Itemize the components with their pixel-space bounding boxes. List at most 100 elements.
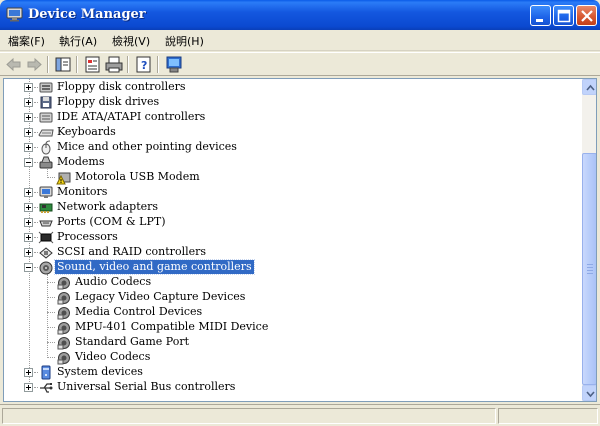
system-devices-icon — [38, 365, 54, 380]
usb-icon — [38, 380, 54, 395]
help-icon: ? — [136, 56, 151, 73]
tree-item-label: Monitors — [57, 185, 108, 198]
chevron-down-icon — [586, 391, 595, 398]
processor-icon — [38, 230, 54, 245]
tree-item-label: Floppy disk controllers — [57, 80, 186, 93]
menu-bar: 檔案(F) 執行(A) 檢視(V) 說明(H) — [0, 30, 600, 51]
tree-category-row[interactable]: Ports (COM & LPT) — [4, 215, 582, 230]
print-icon — [105, 56, 123, 73]
toolbar: ? — [0, 52, 600, 76]
device-tree[interactable]: Floppy disk controllers Floppy disk drive… — [3, 78, 597, 402]
sound-device-icon — [56, 320, 72, 335]
print-button[interactable] — [104, 55, 124, 74]
back-button[interactable] — [4, 55, 24, 74]
computer-monitor-icon — [6, 7, 23, 22]
tree-item-label: Ports (COM & LPT) — [57, 215, 166, 228]
maximize-button[interactable] — [553, 5, 574, 26]
forward-icon — [27, 57, 42, 72]
expand-plus-icon[interactable] — [24, 233, 33, 242]
sound-device-icon — [56, 275, 72, 290]
tree-category-row[interactable]: Floppy disk drives — [4, 95, 582, 110]
scan-hardware-button[interactable] — [164, 55, 184, 74]
scan-hardware-icon — [166, 56, 182, 73]
tree-device-row[interactable]: Standard Game Port — [4, 335, 582, 350]
tree-device-row[interactable]: Video Codecs — [4, 350, 582, 365]
tree-item-label: Keyboards — [57, 125, 116, 138]
menu-help[interactable]: 說明(H) — [163, 33, 206, 49]
chevron-up-icon — [586, 84, 595, 91]
tree-item-label: Modems — [57, 155, 105, 168]
expand-plus-icon[interactable] — [24, 188, 33, 197]
tree-category-row[interactable]: Sound, video and game controllers — [4, 259, 582, 275]
close-button[interactable] — [576, 5, 597, 26]
status-bar — [0, 404, 600, 426]
tree-category-row[interactable]: SCSI and RAID controllers — [4, 245, 582, 260]
mouse-icon — [38, 140, 54, 155]
scsi-icon — [38, 245, 54, 260]
forward-button[interactable] — [24, 55, 44, 74]
expand-plus-icon[interactable] — [24, 248, 33, 257]
tree-item-label: Legacy Video Capture Devices — [75, 290, 246, 303]
scroll-down-button[interactable] — [582, 385, 596, 401]
menu-file[interactable]: 檔案(F) — [6, 33, 47, 49]
keyboard-icon — [38, 125, 54, 140]
tree-item-label: System devices — [57, 365, 143, 378]
sound-device-icon — [56, 305, 72, 320]
tree-category-row[interactable]: Network adapters — [4, 200, 582, 215]
expand-plus-icon[interactable] — [24, 368, 33, 377]
tree-category-row[interactable]: System devices — [4, 365, 582, 380]
menu-action[interactable]: 執行(A) — [57, 33, 99, 49]
menu-view[interactable]: 檢視(V) — [110, 33, 152, 49]
tree-category-row[interactable]: Floppy disk controllers — [4, 80, 582, 95]
tree-item-label: Processors — [57, 230, 118, 243]
warning-modem-icon — [56, 170, 72, 185]
expand-plus-icon[interactable] — [24, 143, 33, 152]
minimize-button[interactable] — [530, 5, 551, 26]
sound-icon — [38, 260, 54, 275]
tree-item-label: Video Codecs — [75, 350, 151, 363]
status-text — [2, 408, 496, 424]
network-adapter-icon — [38, 200, 54, 215]
properties-icon — [85, 56, 100, 73]
modem-icon — [38, 155, 54, 170]
properties-button[interactable] — [83, 55, 103, 74]
expand-plus-icon[interactable] — [24, 218, 33, 227]
tree-category-row[interactable]: Keyboards — [4, 125, 582, 140]
expand-plus-icon[interactable] — [24, 128, 33, 137]
expand-plus-icon[interactable] — [24, 383, 33, 392]
tree-device-row[interactable]: Audio Codecs — [4, 275, 582, 290]
tree-item-label: Mice and other pointing devices — [57, 140, 237, 153]
tree-category-row[interactable]: IDE ATA/ATAPI controllers — [4, 110, 582, 125]
expand-plus-icon[interactable] — [24, 98, 33, 107]
tree-device-row[interactable]: Media Control Devices — [4, 305, 582, 320]
title-bar[interactable]: Device Manager — [0, 0, 600, 30]
show-hide-tree-button[interactable] — [53, 55, 73, 74]
tree-item-label: Standard Game Port — [75, 335, 190, 348]
expand-plus-icon[interactable] — [24, 203, 33, 212]
collapse-minus-icon[interactable] — [24, 158, 33, 167]
tree-category-row[interactable]: Processors — [4, 230, 582, 245]
tree-device-row[interactable]: Legacy Video Capture Devices — [4, 290, 582, 305]
tree-category-row[interactable]: Monitors — [4, 185, 582, 200]
tree-device-row[interactable]: Motorola USB Modem — [4, 170, 582, 185]
close-icon — [581, 10, 593, 22]
help-button[interactable]: ? — [134, 55, 154, 74]
scroll-up-button[interactable] — [582, 79, 596, 95]
tree-category-row[interactable]: Modems — [4, 155, 582, 170]
svg-text:?: ? — [141, 59, 147, 72]
tree-item-label: Motorola USB Modem — [75, 170, 200, 183]
minimize-icon — [536, 19, 543, 22]
tree-item-label: Audio Codecs — [75, 275, 152, 288]
tree-item-label: Universal Serial Bus controllers — [57, 380, 236, 393]
tree-device-row[interactable]: MPU-401 Compatible MIDI Device — [4, 320, 582, 335]
tree-category-row[interactable]: Mice and other pointing devices — [4, 140, 582, 155]
tree-item-label: MPU-401 Compatible MIDI Device — [75, 320, 269, 333]
vertical-scrollbar[interactable] — [582, 79, 596, 401]
scroll-thumb[interactable] — [582, 153, 596, 385]
collapse-minus-icon[interactable] — [24, 263, 33, 272]
expand-plus-icon[interactable] — [24, 83, 33, 92]
tree-item-label: Network adapters — [57, 200, 159, 213]
sound-device-icon — [56, 350, 72, 365]
expand-plus-icon[interactable] — [24, 113, 33, 122]
tree-category-row[interactable]: Universal Serial Bus controllers — [4, 380, 582, 395]
